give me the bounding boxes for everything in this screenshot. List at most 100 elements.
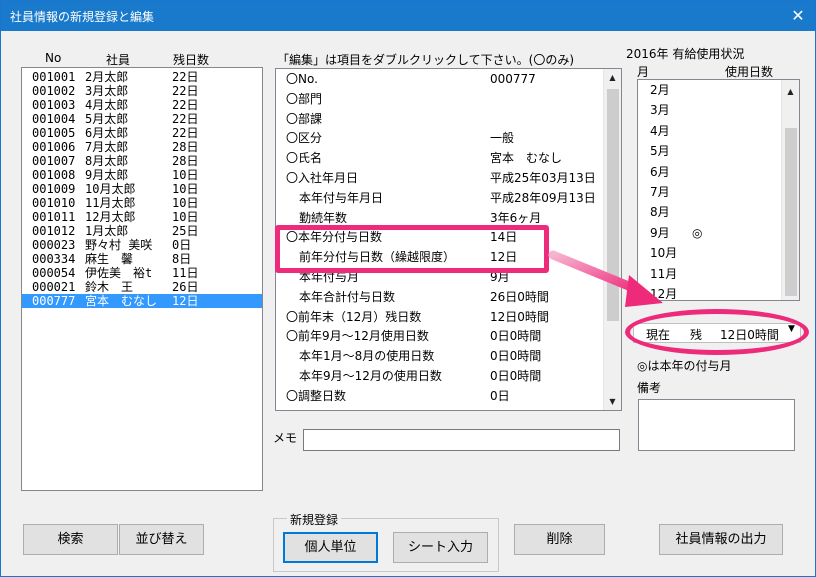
- field-row[interactable]: 〇区分 一般: [276, 128, 604, 148]
- field-label: 〇入社年月日: [286, 171, 359, 185]
- employee-name: 麻生 馨: [85, 252, 134, 266]
- field-row[interactable]: 〇部課: [276, 109, 604, 129]
- employee-header-name: 社員: [106, 53, 131, 67]
- employee-header-days: 残日数: [173, 53, 210, 67]
- field-row[interactable]: 〇入社年月日 平成25年03月13日: [276, 168, 604, 188]
- employee-row[interactable]: 001002 3月太郎 22日: [22, 84, 262, 98]
- employee-row[interactable]: 000777 宮本 むなし 12日: [22, 294, 262, 308]
- employee-days: 10日: [172, 196, 199, 210]
- field-label: 本年付与年月日: [299, 190, 384, 205]
- employee-name: 1月太郎: [85, 224, 129, 238]
- close-icon[interactable]: ✕: [781, 1, 815, 31]
- month-row[interactable]: 6月: [650, 162, 670, 182]
- field-row[interactable]: 〇氏名 宮本 むなし: [276, 148, 604, 168]
- field-row[interactable]: 〇前年9月～12月使用日数 0日0時間: [276, 326, 604, 346]
- scroll-down-icon[interactable]: ▼: [604, 393, 621, 410]
- grant-mark-icon: ◎: [692, 225, 703, 240]
- sort-button[interactable]: 並び替え: [119, 524, 204, 555]
- field-value: 0日0時間: [490, 369, 542, 383]
- employee-no: 001007: [32, 154, 76, 168]
- month-scroll-thumb[interactable]: [785, 128, 797, 296]
- month-row[interactable]: 5月: [650, 141, 670, 161]
- employee-row[interactable]: 001007 8月太郎 28日: [22, 154, 262, 168]
- field-label: 〇氏名: [286, 151, 323, 166]
- employee-listbox[interactable]: 001001 2月太郎 22日 001002 3月太郎 22日 001003 4月太郎 22日 0…: [21, 67, 263, 491]
- employee-days: 22日: [172, 98, 199, 112]
- month-row[interactable]: 2月: [650, 80, 670, 100]
- notes-input[interactable]: [638, 399, 795, 451]
- employee-row[interactable]: 001011 12月太郎 10日: [22, 210, 262, 224]
- field-label: 〇調整日数: [286, 388, 347, 403]
- field-value: 0日: [490, 388, 510, 403]
- month-row[interactable]: 4月: [650, 121, 670, 141]
- usage-title: 2016年 有給使用状況: [626, 47, 745, 61]
- employee-row[interactable]: 001008 9月太郎 10日: [22, 168, 262, 182]
- employee-name: 鈴木 王: [85, 280, 134, 294]
- employee-name: 宮本 むなし: [85, 294, 158, 308]
- month-row[interactable]: 3月: [650, 100, 670, 120]
- field-row[interactable]: 〇No. 000777: [276, 69, 604, 89]
- export-button[interactable]: 社員情報の出力: [659, 524, 783, 555]
- month-label: 7月: [650, 185, 670, 199]
- employee-days: 12日: [172, 294, 199, 308]
- month-label: 4月: [650, 123, 670, 138]
- individual-button[interactable]: 個人単位: [283, 532, 378, 563]
- employee-days: 0日: [172, 238, 192, 252]
- employee-no: 001003: [32, 98, 76, 112]
- month-label: 5月: [650, 144, 670, 159]
- month-scrollbar[interactable]: ▲: [781, 80, 799, 300]
- employee-row[interactable]: 001005 6月太郎 22日: [22, 126, 262, 140]
- employee-days: 28日: [172, 154, 199, 168]
- month-label: 3月: [650, 103, 670, 118]
- memo-input[interactable]: [303, 429, 620, 451]
- employee-row[interactable]: 001006 7月太郎 28日: [22, 140, 262, 154]
- employee-days: 10日: [172, 210, 199, 224]
- employee-name: 9月太郎: [85, 168, 129, 182]
- month-scroll-up-icon[interactable]: ▲: [782, 83, 799, 100]
- month-row[interactable]: 9月 ◎: [650, 223, 702, 243]
- field-label: 〇部課: [286, 111, 323, 126]
- employee-row[interactable]: 001012 1月太郎 25日: [22, 224, 262, 238]
- employee-name: 5月太郎: [85, 112, 129, 126]
- employee-name: 野々村 美咲: [85, 238, 153, 252]
- field-label: 〇前年9月～12月使用日数: [286, 329, 429, 344]
- field-row[interactable]: 本年9月～12月の使用日数 0日0時間: [276, 366, 604, 386]
- employee-no: 000023: [32, 238, 76, 252]
- field-row[interactable]: 本年付与年月日 平成28年09月13日: [276, 188, 604, 208]
- search-button[interactable]: 検索: [23, 524, 118, 555]
- employee-no: 001006: [32, 140, 76, 154]
- employee-days: 26日: [172, 280, 199, 294]
- employee-name: 2月太郎: [85, 70, 129, 84]
- employee-name: 伊佐美 裕t: [85, 266, 153, 280]
- employee-row[interactable]: 000054 伊佐美 裕t 11日: [22, 266, 262, 280]
- field-row[interactable]: 〇部門: [276, 89, 604, 109]
- field-row[interactable]: 〇調整日数 0日: [276, 386, 604, 406]
- employee-row[interactable]: 001010 11月太郎 10日: [22, 196, 262, 210]
- field-value: 宮本 むなし: [490, 151, 563, 166]
- employee-row[interactable]: 001003 4月太郎 22日: [22, 98, 262, 112]
- delete-button[interactable]: 削除: [514, 524, 605, 555]
- employee-days: 10日: [172, 168, 199, 182]
- scroll-up-icon[interactable]: ▲: [604, 69, 621, 86]
- field-scrollbar[interactable]: ▲ ▼: [603, 69, 621, 410]
- employee-row[interactable]: 001004 5月太郎 22日: [22, 112, 262, 126]
- notes-label: 備考: [637, 381, 662, 395]
- employee-row[interactable]: 000021 鈴木 王 26日: [22, 280, 262, 294]
- employee-row[interactable]: 000023 野々村 美咲 0日: [22, 238, 262, 252]
- month-label: 9月: [650, 225, 670, 240]
- employee-days: 22日: [172, 126, 199, 140]
- field-row[interactable]: 本年1月～8月の使用日数 0日0時間: [276, 346, 604, 366]
- month-row[interactable]: 8月: [650, 202, 670, 222]
- month-row[interactable]: 7月: [650, 182, 670, 202]
- field-label: 〇区分: [286, 131, 323, 146]
- employee-no: 000021: [32, 280, 76, 294]
- employee-days: 22日: [172, 84, 199, 98]
- employee-row[interactable]: 000334 麻生 馨 8日: [22, 252, 262, 266]
- sheet-input-button[interactable]: シート入力: [393, 532, 488, 563]
- employee-days: 10日: [172, 182, 199, 196]
- employee-days: 25日: [172, 224, 199, 238]
- employee-row[interactable]: 001001 2月太郎 22日: [22, 70, 262, 84]
- employee-row[interactable]: 001009 10月太郎 10日: [22, 182, 262, 196]
- field-value: 平成28年09月13日: [490, 190, 596, 205]
- employee-no: 000334: [32, 252, 76, 266]
